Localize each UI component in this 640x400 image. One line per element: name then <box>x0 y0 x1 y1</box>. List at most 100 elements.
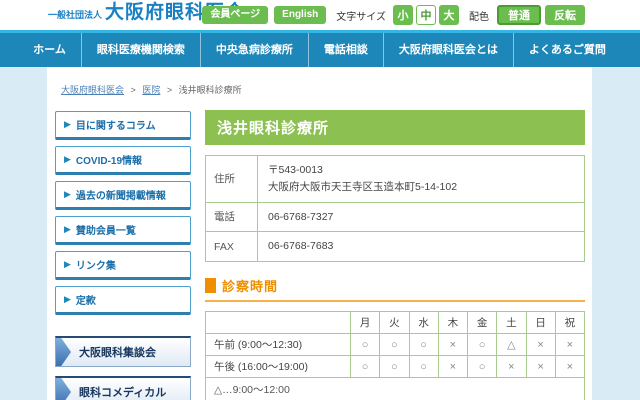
day-header: 月 <box>351 312 380 334</box>
sidebar-item-label: COVID-19情報 <box>76 152 142 167</box>
day-header: 日 <box>526 312 555 334</box>
breadcrumb-separator: > <box>131 85 136 95</box>
sidebar-banner-label: 眼科コメディカル <box>79 384 166 400</box>
schedule-mark: ○ <box>409 334 438 356</box>
schedule-mark: × <box>497 356 526 378</box>
chevron-right-icon: ▶ <box>64 155 71 164</box>
table-row: 午前 (9:00～12:30)○○○×○△×× <box>206 334 585 356</box>
main-nav-list: ホーム眼科医療機関検索中央急病診療所電話相談大阪府眼科医会とはよくあるご質問 <box>47 33 592 67</box>
chevron-right-icon: ▶ <box>64 225 71 234</box>
breadcrumb-section-link[interactable]: 医院 <box>142 85 160 95</box>
clinic-info-table: 住所 〒543-0013 大阪府大阪市天王寺区玉造本町5-14-102 電話 0… <box>205 155 585 262</box>
sidebar-item[interactable]: ▶ 過去の新聞掲載情報 <box>55 181 191 210</box>
org-type-label: 一般社団法人 <box>48 8 102 24</box>
font-size-large-button[interactable]: 大 <box>439 5 459 25</box>
sidebar-item-label: リンク集 <box>76 257 116 272</box>
day-header: 祝 <box>555 312 584 334</box>
schedule-mark: × <box>526 334 555 356</box>
header-controls: 会員ページ English 文字サイズ 小 中 大 配色 普通 反転 <box>196 5 585 25</box>
schedule-mark: × <box>438 334 467 356</box>
main-nav: ホーム眼科医療機関検索中央急病診療所電話相談大阪府眼科医会とはよくあるご質問 <box>0 30 640 67</box>
sidebar-banner[interactable]: 大阪眼科集談会 <box>55 336 191 367</box>
sidebar-item-label: 過去の新聞掲載情報 <box>76 187 166 202</box>
chevron-right-icon: ▶ <box>64 190 71 199</box>
nav-item[interactable]: 大阪府眼科医会とは <box>383 33 513 67</box>
sidebar-item[interactable]: ▶ COVID-19情報 <box>55 146 191 175</box>
table-row: △…9:00～12:00 <box>206 378 585 400</box>
arrow-right-icon <box>56 338 71 366</box>
postal-code: 〒543-0013 <box>268 162 574 179</box>
schedule-mark: ○ <box>468 356 497 378</box>
color-invert-button[interactable]: 反転 <box>545 5 585 25</box>
font-size-label: 文字サイズ <box>336 8 386 23</box>
english-button[interactable]: English <box>274 6 326 24</box>
color-scheme-label: 配色 <box>469 8 489 23</box>
color-normal-button[interactable]: 普通 <box>497 5 541 25</box>
schedule-mark: ○ <box>468 334 497 356</box>
breadcrumb-separator: > <box>167 85 172 95</box>
schedule-mark: △ <box>497 334 526 356</box>
chevron-right-icon: ▶ <box>64 295 71 304</box>
day-header: 火 <box>380 312 409 334</box>
sidebar-item[interactable]: ▶ 目に関するコラム <box>55 111 191 140</box>
table-row: 午後 (16:00～19:00)○○○×○××× <box>206 356 585 378</box>
page: 一般社団法人 大阪府眼科医会 会員ページ English 文字サイズ 小 中 大… <box>0 0 640 400</box>
sidebar-item[interactable]: ▶ 定款 <box>55 286 191 315</box>
address-label: 住所 <box>206 156 258 203</box>
sidebar-item-label: 定款 <box>76 292 96 307</box>
nav-item[interactable]: 中央急病診療所 <box>200 33 308 67</box>
day-header: 金 <box>468 312 497 334</box>
chevron-right-icon: ▶ <box>64 260 71 269</box>
schedule-mark: × <box>526 356 555 378</box>
site-header: 一般社団法人 大阪府眼科医会 会員ページ English 文字サイズ 小 中 大… <box>0 0 640 30</box>
day-header: 土 <box>497 312 526 334</box>
sidebar-banner[interactable]: 眼科コメディカル <box>55 376 191 400</box>
hours-row-label: 午前 (9:00～12:30) <box>206 334 351 356</box>
sidebar: ▶ 目に関するコラム ▶ COVID-19情報 ▶ 過去の新聞掲載情報 ▶ 賛助会員一覧 ▶ リン… <box>55 111 191 400</box>
main-content: 浅井眼科診療所 住所 〒543-0013 大阪府大阪市天王寺区玉造本町5-14-… <box>205 110 585 400</box>
sidebar-item-label: 目に関するコラム <box>76 117 156 132</box>
day-header: 木 <box>438 312 467 334</box>
sidebar-banner-label: 大阪眼科集談会 <box>79 344 156 360</box>
schedule-mark: × <box>438 356 467 378</box>
schedule-mark: × <box>555 356 584 378</box>
fax-value: 06-6768-7683 <box>258 232 585 262</box>
sidebar-banners: 大阪眼科集談会眼科コメディカル <box>55 336 191 400</box>
arrow-right-icon <box>56 378 71 400</box>
nav-item[interactable]: ホーム <box>18 33 81 67</box>
nav-item[interactable]: 眼科医療機関検索 <box>81 33 200 67</box>
hours-corner-cell <box>206 312 351 334</box>
day-header: 水 <box>409 312 438 334</box>
phone-label: 電話 <box>206 202 258 232</box>
fax-label: FAX <box>206 232 258 262</box>
clinic-title: 浅井眼科診療所 <box>205 110 585 145</box>
orange-square-icon <box>205 278 216 293</box>
breadcrumb-current: 浅井眼科診療所 <box>179 85 242 95</box>
font-size-medium-button[interactable]: 中 <box>416 5 436 25</box>
hours-section-title: 診察時間 <box>222 276 278 295</box>
schedule-mark: × <box>555 334 584 356</box>
sidebar-item[interactable]: ▶ リンク集 <box>55 251 191 280</box>
nav-item[interactable]: よくあるご質問 <box>513 33 621 67</box>
schedule-mark: ○ <box>380 356 409 378</box>
hours-table: 月火水木金土日祝 午前 (9:00～12:30)○○○×○△××午後 (16:0… <box>205 311 585 400</box>
hours-section-heading: 診察時間 <box>205 276 585 302</box>
hours-header-row: 月火水木金土日祝 <box>206 312 585 334</box>
schedule-mark: ○ <box>409 356 438 378</box>
sidebar-item-label: 賛助会員一覧 <box>76 222 136 237</box>
table-row: 住所 〒543-0013 大阪府大阪市天王寺区玉造本町5-14-102 <box>206 156 585 203</box>
nav-item[interactable]: 電話相談 <box>308 33 383 67</box>
breadcrumb-home-link[interactable]: 大阪府眼科医会 <box>61 85 124 95</box>
address-value: 〒543-0013 大阪府大阪市天王寺区玉造本町5-14-102 <box>258 156 585 203</box>
schedule-mark: ○ <box>351 356 380 378</box>
font-size-small-button[interactable]: 小 <box>393 5 413 25</box>
address-line: 大阪府大阪市天王寺区玉造本町5-14-102 <box>268 179 574 196</box>
schedule-mark: ○ <box>351 334 380 356</box>
member-page-button[interactable]: 会員ページ <box>202 6 268 24</box>
schedule-mark: ○ <box>380 334 409 356</box>
content-wrapper: 大阪府眼科医会 > 医院 > 浅井眼科診療所 ▶ 目に関するコラム ▶ COVID-1… <box>47 67 592 400</box>
breadcrumb: 大阪府眼科医会 > 医院 > 浅井眼科診療所 <box>61 83 242 96</box>
chevron-right-icon: ▶ <box>64 120 71 129</box>
sidebar-links: ▶ 目に関するコラム ▶ COVID-19情報 ▶ 過去の新聞掲載情報 ▶ 賛助会員一覧 ▶ リン… <box>55 111 191 315</box>
sidebar-item[interactable]: ▶ 賛助会員一覧 <box>55 216 191 245</box>
